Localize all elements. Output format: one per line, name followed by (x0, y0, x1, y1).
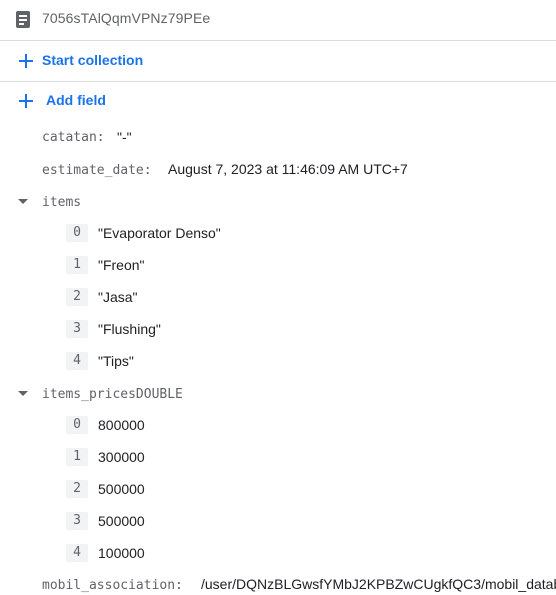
collapse-caret-icon[interactable] (18, 199, 28, 204)
array-value: "Evaporator Denso" (98, 225, 221, 241)
field-key: estimate_date: (42, 163, 152, 178)
index-badge: 3 (66, 320, 88, 338)
index-badge: 4 (66, 352, 88, 370)
index-badge: 2 (66, 480, 88, 498)
index-badge: 4 (66, 544, 88, 562)
document-header: 7056sTAlQqmVPNz79PEe (0, 0, 556, 41)
array-value: 100000 (98, 545, 145, 561)
field-key: items (42, 195, 82, 210)
field-key: catatan: (42, 130, 105, 145)
index-badge: 1 (66, 448, 88, 466)
reference-value: /user/DQNzBLGwsfYMbJ2KPBZwCUgkfQC3/mobil… (201, 576, 556, 592)
field-value: August 7, 2023 at 11:46:09 AM UTC+7 (168, 161, 408, 177)
array-value: "Tips" (98, 353, 134, 369)
document-id: 7056sTAlQqmVPNz79PEe (42, 10, 211, 26)
index-badge: 0 (66, 416, 88, 434)
plus-icon[interactable] (19, 54, 33, 68)
array-value: 500000 (98, 481, 145, 497)
array-value: "Flushing" (98, 321, 161, 337)
index-badge: 2 (66, 288, 88, 306)
add-field-button[interactable]: Add field (46, 92, 106, 108)
field-key: mobil_association: (42, 578, 183, 593)
index-badge: 3 (66, 512, 88, 530)
array-value: 800000 (98, 417, 145, 433)
start-collection-button[interactable]: Start collection (42, 52, 143, 68)
index-badge: 0 (66, 224, 88, 242)
array-value: "Jasa" (98, 289, 138, 305)
collapse-caret-icon[interactable] (18, 391, 28, 396)
array-value: 500000 (98, 513, 145, 529)
field-value: "-" (117, 129, 132, 145)
start-collection-row: Start collection (0, 41, 556, 82)
array-value: 300000 (98, 449, 145, 465)
document-icon (16, 11, 30, 28)
field-row-mobil-association[interactable]: mobil_association: /user/DQNzBLGwsfYMbJ2… (0, 570, 556, 595)
plus-icon[interactable] (19, 94, 33, 108)
field-key: items_pricesDOUBLE (42, 387, 183, 402)
index-badge: 1 (66, 256, 88, 274)
array-value: "Freon" (98, 257, 145, 273)
